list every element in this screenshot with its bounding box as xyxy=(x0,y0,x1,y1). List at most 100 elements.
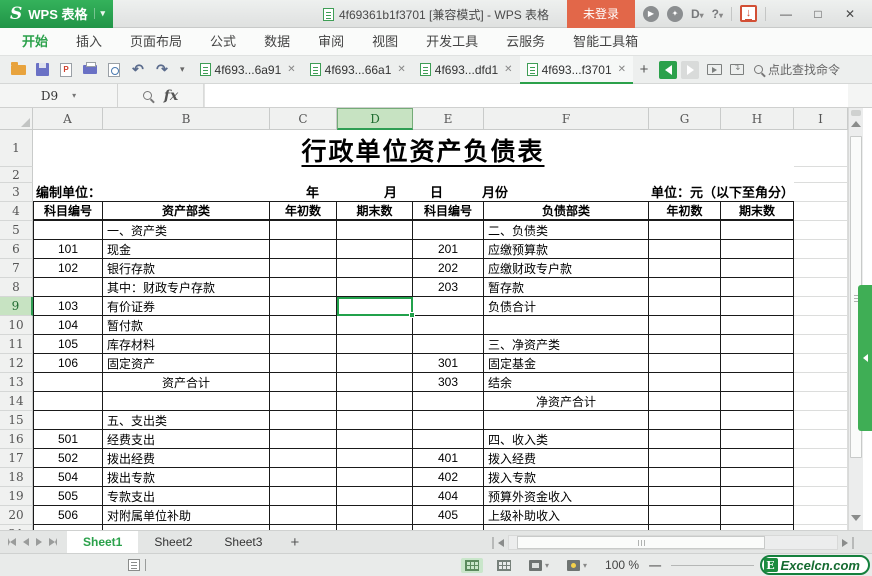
first-sheet-icon[interactable] xyxy=(8,538,16,546)
cell-G15[interactable] xyxy=(649,411,721,430)
cell-A6[interactable]: 101 xyxy=(33,240,103,259)
cell-D19[interactable] xyxy=(337,487,413,506)
cell-C18[interactable] xyxy=(270,468,337,487)
column-header-I[interactable]: I xyxy=(794,108,848,130)
cell-B19[interactable]: 专款支出 xyxy=(103,487,270,506)
cell-F15[interactable] xyxy=(484,411,649,430)
cell-G9[interactable] xyxy=(649,297,721,316)
cell-F7[interactable]: 应缴财政专户款 xyxy=(484,259,649,278)
cell-D20[interactable] xyxy=(337,506,413,525)
print-preview-icon[interactable] xyxy=(104,60,124,80)
cell-E18[interactable]: 402 xyxy=(413,468,484,487)
row-header-2[interactable]: 2 xyxy=(0,167,33,183)
cell-E6[interactable]: 201 xyxy=(413,240,484,259)
cell-D18[interactable] xyxy=(337,468,413,487)
cell-H10[interactable] xyxy=(721,316,794,335)
cell-C9[interactable] xyxy=(270,297,337,316)
column-header-A[interactable]: A xyxy=(33,108,103,130)
cell-F14[interactable]: 净资产合计 xyxy=(484,392,649,411)
cell-C15[interactable] xyxy=(270,411,337,430)
new-document-button[interactable]: + xyxy=(633,56,655,84)
add-sheet-button[interactable]: + xyxy=(278,531,311,553)
cell-H19[interactable] xyxy=(721,487,794,506)
cell-H16[interactable] xyxy=(721,430,794,449)
document-tab-1[interactable]: 4f693...6a91 ✕ xyxy=(193,56,303,84)
column-header-B[interactable]: B xyxy=(103,108,270,130)
cell-B5[interactable]: 一、资产类 xyxy=(103,221,270,240)
column-header-D[interactable]: D xyxy=(337,108,413,130)
cell-D7[interactable] xyxy=(337,259,413,278)
cell-D11[interactable] xyxy=(337,335,413,354)
header-cell-E4[interactable]: 科目编号 xyxy=(413,202,484,221)
header-cell-B4[interactable]: 资产部类 xyxy=(103,202,270,221)
ribbon-tab-6[interactable]: 审阅 xyxy=(304,28,358,56)
cell-E8[interactable]: 203 xyxy=(413,278,484,297)
cell-D6[interactable] xyxy=(337,240,413,259)
cell-D12[interactable] xyxy=(337,354,413,373)
cell-H14[interactable] xyxy=(721,392,794,411)
cell-F16[interactable]: 四、收入类 xyxy=(484,430,649,449)
side-panel-toggle[interactable] xyxy=(858,285,872,431)
cell-I17[interactable] xyxy=(794,449,848,468)
reading-layout-button[interactable]: ▾ xyxy=(525,558,553,573)
cell-B15[interactable]: 五、支出类 xyxy=(103,411,270,430)
cell-A10[interactable]: 104 xyxy=(33,316,103,335)
header-cell-G4[interactable]: 年初数 xyxy=(649,202,721,221)
column-header-G[interactable]: G xyxy=(649,108,721,130)
cell-G6[interactable] xyxy=(649,240,721,259)
row-header-19[interactable]: 19 xyxy=(0,487,33,506)
cell-A15[interactable] xyxy=(33,411,103,430)
scroll-up-icon[interactable] xyxy=(851,121,861,127)
cell-E10[interactable] xyxy=(413,316,484,335)
cell-C11[interactable] xyxy=(270,335,337,354)
zoom-slider[interactable] xyxy=(671,564,754,566)
cell-I18[interactable] xyxy=(794,468,848,487)
last-sheet-icon[interactable] xyxy=(49,538,57,546)
ribbon-tab-4[interactable]: 公式 xyxy=(196,28,250,56)
row-header-20[interactable]: 20 xyxy=(0,506,33,525)
name-box-chevron-icon[interactable]: ▾ xyxy=(72,91,76,100)
cell-D13[interactable] xyxy=(337,373,413,392)
cell-D8[interactable] xyxy=(337,278,413,297)
row-2-span[interactable] xyxy=(33,167,794,183)
cell-E16[interactable] xyxy=(413,430,484,449)
cell-A13[interactable] xyxy=(33,373,103,392)
row-header-3[interactable]: 3 xyxy=(0,183,33,202)
cell-H8[interactable] xyxy=(721,278,794,297)
cell-I20[interactable] xyxy=(794,506,848,525)
cell-D14[interactable] xyxy=(337,392,413,411)
cell-B7[interactable]: 银行存款 xyxy=(103,259,270,278)
cell-I11[interactable] xyxy=(794,335,848,354)
cell-I8[interactable] xyxy=(794,278,848,297)
cell-B6[interactable]: 现金 xyxy=(103,240,270,259)
cell-B8[interactable]: 其中：财政专户存款 xyxy=(103,278,270,297)
name-box[interactable]: D9 ▾ xyxy=(0,84,118,107)
cell-I3[interactable] xyxy=(794,183,848,202)
cell-B10[interactable]: 暂付款 xyxy=(103,316,270,335)
sheet-tab-sheet1[interactable]: Sheet1 xyxy=(67,531,139,553)
cell-D16[interactable] xyxy=(337,430,413,449)
row-header-7[interactable]: 7 xyxy=(0,259,33,278)
open-file-icon[interactable] xyxy=(8,60,28,80)
help-icon[interactable]: ?▾ xyxy=(712,7,723,21)
plugin-icon[interactable]: ✦ xyxy=(666,5,683,22)
play-slideshow-icon[interactable] xyxy=(707,64,723,75)
cell-A17[interactable]: 502 xyxy=(33,449,103,468)
tab-forward-button[interactable] xyxy=(681,60,700,79)
cell-F9[interactable]: 负债合计 xyxy=(484,297,649,316)
chevron-down-icon[interactable]: ▾ xyxy=(93,8,105,19)
row-header-10[interactable]: 10 xyxy=(0,316,33,335)
row-header-12[interactable]: 12 xyxy=(0,354,33,373)
cell-F6[interactable]: 应缴预算款 xyxy=(484,240,649,259)
cell-B16[interactable]: 经费支出 xyxy=(103,430,270,449)
ribbon-tab-2[interactable]: 插入 xyxy=(62,28,116,56)
column-header-E[interactable]: E xyxy=(413,108,484,130)
cell-E9[interactable] xyxy=(413,297,484,316)
row-header-4[interactable]: 4 xyxy=(0,202,33,221)
insert-function-icon[interactable]: fx xyxy=(164,88,178,104)
zoom-level[interactable]: 100 % xyxy=(605,558,639,572)
header-cell-D4[interactable]: 期末数 xyxy=(337,202,413,221)
cell-H15[interactable] xyxy=(721,411,794,430)
header-cell-C4[interactable]: 年初数 xyxy=(270,202,337,221)
cell-B12[interactable]: 固定资产 xyxy=(103,354,270,373)
